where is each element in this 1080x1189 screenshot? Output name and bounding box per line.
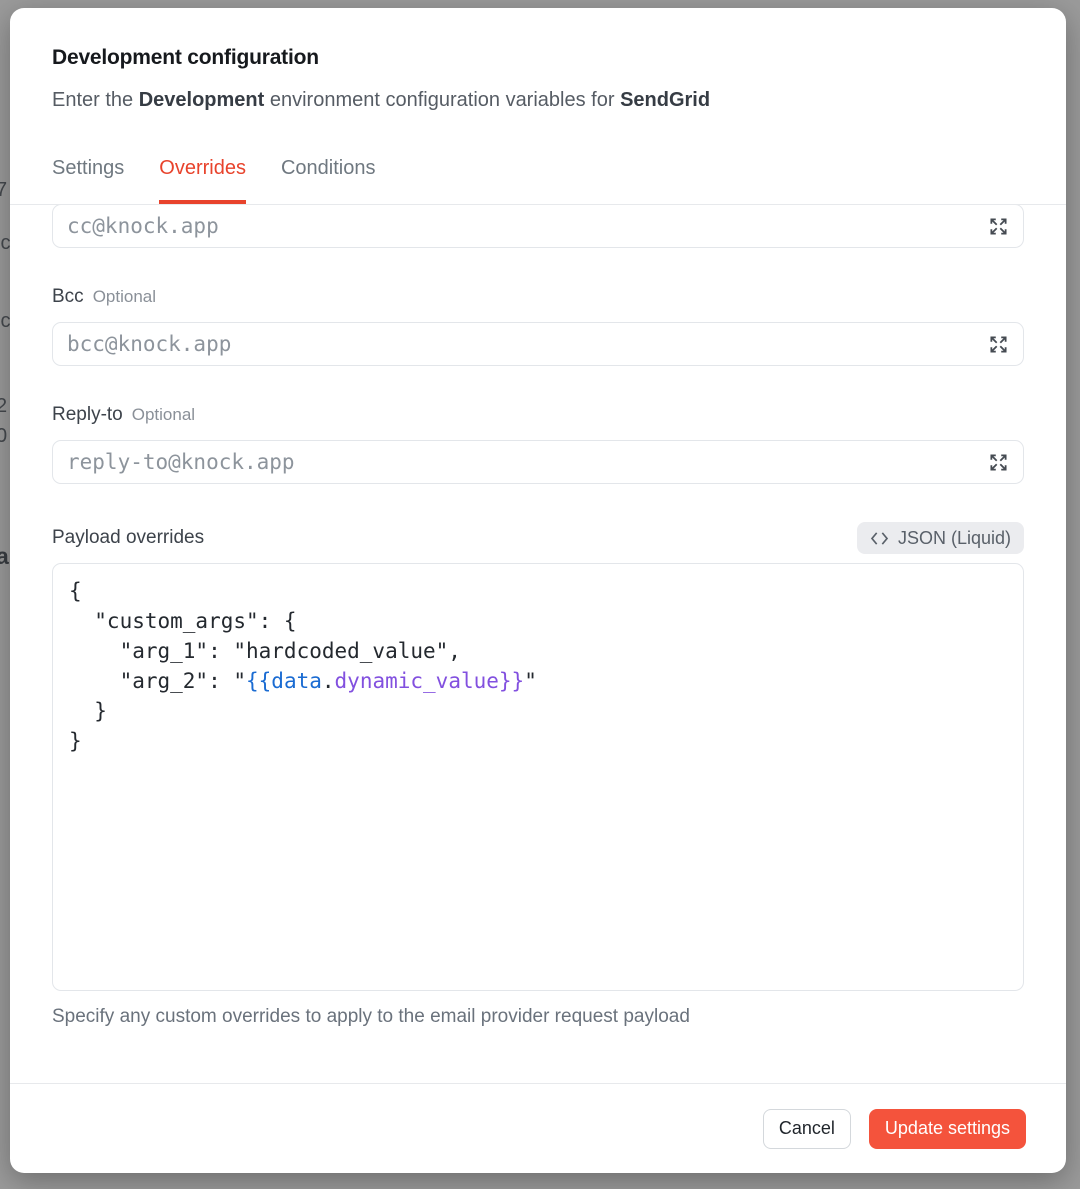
code-line: } (69, 696, 1007, 726)
reply-to-input[interactable] (67, 450, 986, 474)
cancel-button[interactable]: Cancel (763, 1109, 851, 1149)
cc-input-wrap (52, 205, 1024, 248)
reply-to-optional-tag: Optional (132, 405, 195, 425)
background-text-fragment: a (0, 546, 9, 566)
expand-icon[interactable] (986, 332, 1010, 356)
json-liquid-badge: JSON (Liquid) (857, 522, 1024, 554)
bcc-optional-tag: Optional (93, 287, 156, 307)
modal-subtitle: Enter the Development environment config… (52, 87, 1024, 113)
code-icon (870, 531, 889, 546)
background-text-fragment: 7 (0, 180, 7, 200)
reply-to-field-group: Reply-to Optional (52, 404, 1024, 484)
bcc-input-wrap (52, 322, 1024, 366)
tab-settings[interactable]: Settings (52, 155, 124, 204)
code-line: { (69, 576, 1007, 606)
update-settings-button[interactable]: Update settings (869, 1109, 1026, 1149)
modal-header: Development configuration Enter the Deve… (10, 8, 1066, 205)
tab-bar: Settings Overrides Conditions (52, 155, 1024, 204)
development-configuration-modal: Development configuration Enter the Deve… (10, 8, 1066, 1173)
code-line: "arg_1": "hardcoded_value", (69, 636, 1007, 666)
background-text-fragment: ic (0, 233, 10, 253)
overrides-tab-panel: Bcc Optional Reply-to Optional (10, 205, 1066, 1083)
payload-overrides-header: Payload overrides JSON (Liquid) (52, 522, 1024, 554)
bcc-input[interactable] (67, 332, 986, 356)
modal-footer: Cancel Update settings (10, 1083, 1066, 1173)
bcc-field-group: Bcc Optional (52, 286, 1024, 366)
json-liquid-badge-label: JSON (Liquid) (898, 528, 1011, 549)
expand-icon[interactable] (986, 450, 1010, 474)
bcc-label-row: Bcc Optional (52, 286, 1024, 310)
background-text-fragment: 2 (0, 396, 7, 416)
reply-to-input-wrap (52, 440, 1024, 484)
expand-icon[interactable] (986, 214, 1010, 238)
payload-overrides-code-editor[interactable]: { "custom_args": { "arg_1": "hardcoded_v… (52, 563, 1024, 991)
subtitle-environment-name: Development (139, 89, 265, 111)
page-title: Development configuration (52, 45, 1024, 71)
code-line: } (69, 726, 1007, 756)
code-line: "custom_args": { (69, 606, 1007, 636)
bcc-label: Bcc (52, 286, 84, 308)
reply-to-label: Reply-to (52, 404, 123, 426)
payload-overrides-helper-text: Specify any custom overrides to apply to… (52, 1005, 1024, 1029)
code-line: "arg_2": "{{data.dynamic_value}}" (69, 666, 1007, 696)
reply-to-label-row: Reply-to Optional (52, 404, 1024, 428)
subtitle-text: environment configuration variables for (264, 89, 620, 111)
cc-field-group (52, 205, 1024, 248)
background-text-fragment: 0 (0, 426, 7, 446)
cc-input[interactable] (67, 214, 986, 238)
subtitle-text: Enter the (52, 89, 139, 111)
payload-overrides-label: Payload overrides (52, 527, 204, 549)
tab-overrides[interactable]: Overrides (159, 155, 246, 204)
subtitle-provider-name: SendGrid (620, 89, 710, 111)
background-text-fragment: ic (0, 311, 10, 331)
tab-conditions[interactable]: Conditions (281, 155, 376, 204)
